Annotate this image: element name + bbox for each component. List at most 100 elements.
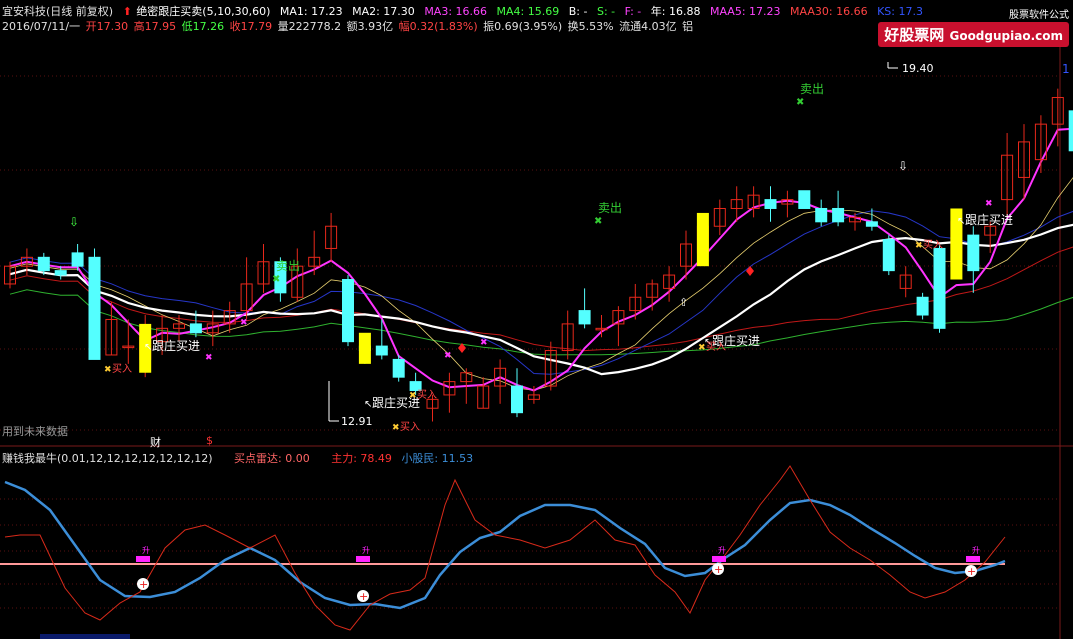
b-value: B: - [568, 5, 588, 18]
buy-label: 买入 [112, 363, 132, 375]
up-tag-label: 升 [142, 546, 150, 555]
ma-red-line [9, 246, 1073, 352]
up-arrow-icon: ⬆ [122, 5, 132, 18]
up-tag-bar [712, 556, 726, 562]
plus-icon: + [967, 565, 976, 578]
candle-body [578, 310, 591, 325]
magenta-x-icon: ✖ [480, 338, 488, 348]
magenta-x-icon: ✖ [205, 353, 213, 363]
candle-body [71, 252, 84, 267]
candle-body [882, 239, 895, 272]
candle-body [342, 279, 354, 343]
candle-body [54, 270, 67, 276]
candle-body [1068, 110, 1073, 152]
volume-value: 量222778.2 [277, 20, 342, 33]
up-tag-label: 升 [972, 546, 980, 555]
magenta-x-icon: ✖ [240, 318, 248, 328]
ma3-value: MA3: 16.66 [424, 5, 488, 18]
candle-body [392, 358, 405, 378]
header-bar: 宜安科技(日线 前复权) ⬆ 绝密跟庄买卖(5,10,30,60) MA1: 1… [2, 3, 929, 19]
buy-label: 买入 [400, 421, 420, 433]
sell-label: 卖出 [800, 82, 824, 96]
sell-label: 卖出 [598, 201, 622, 215]
up-tag-bar [136, 556, 150, 562]
sub-indicator-name[interactable]: 赚钱我最牛(0.01,12,12,12,12,12,12,12) [2, 452, 213, 465]
chart-canvas: ↖ 跟庄买进↖ 跟庄买进↖ 跟庄买进↖ 跟庄买进卖出✖卖出✖卖出✖✖ 买入✖ 买入✖ 买入✖ 买… [0, 40, 1073, 639]
date-value: 2016/07/11/一 [2, 20, 81, 33]
watermark-top: 股票软件公式 [1009, 10, 1069, 21]
down-arrow-icon: ⇩ [898, 159, 908, 173]
stock-title[interactable]: 宜安科技(日线 前复权) [2, 5, 113, 18]
follow-buy-label: 跟庄买进 [965, 212, 1013, 227]
ma4-value: MA4: 15.69 [496, 5, 560, 18]
axis-right-label: 1 [1062, 62, 1070, 76]
buy-label: 买入 [706, 341, 726, 353]
price-low-label: 12.91 [341, 415, 373, 428]
candle-body [798, 190, 811, 209]
candle-body [37, 256, 50, 272]
buy-x-icon: ✖ [698, 343, 706, 353]
buy-x-icon: ✖ [915, 241, 923, 251]
plus-icon: + [139, 578, 148, 591]
buy-x-icon: ✖ [392, 423, 400, 433]
sub-header: 赚钱我最牛(0.01,12,12,12,12,12,12,12) 买点雷达: 0… [2, 450, 479, 466]
watermark-domain: Goodgupiao.com [949, 29, 1063, 43]
maa5-value: MAA5: 17.23 [709, 5, 781, 18]
buy-x-icon: ✖ [104, 365, 112, 375]
scroll-bar [40, 634, 130, 639]
candle-body [916, 296, 929, 316]
candle-body [967, 234, 980, 272]
watermark-brand: 好股票网 [884, 26, 945, 44]
candle-body [832, 207, 845, 223]
sell-x-icon: ✖ [272, 274, 280, 285]
up-tag-bar [356, 556, 370, 562]
s-value: S: - [596, 5, 616, 18]
high-value: 高17.95 [133, 20, 177, 33]
float-value: 流通4.03亿 [619, 20, 677, 33]
turnover-value: 换5.53% [567, 20, 614, 33]
watermark-logo: 好股票网 Goodgupiao.com [878, 22, 1069, 47]
buy-label: 买入 [417, 389, 437, 401]
up-tag-label: 升 [362, 546, 370, 555]
follow-buy-box [696, 212, 709, 267]
sell-x-icon: ✖ [796, 97, 804, 108]
follow-buy-box [358, 332, 371, 364]
candle-body [764, 199, 777, 209]
follow-buy-label: 跟庄买进 [152, 338, 200, 353]
close-value: 收17.79 [229, 20, 273, 33]
open-value: 开17.30 [85, 20, 129, 33]
price-high-label: 19.40 [902, 62, 934, 75]
watermark: 股票软件公式 好股票网 Goodgupiao.com [878, 6, 1069, 47]
dollar-marker[interactable]: $ [206, 434, 213, 447]
ma2-value: MA2: 17.30 [352, 5, 415, 18]
plus-icon: + [714, 563, 723, 576]
up-tag-label: 升 [718, 546, 726, 555]
red-diamond-icon [746, 266, 754, 276]
sector-value: 铝 [682, 20, 694, 33]
radar-value: 买点雷达: 0.00 [234, 452, 310, 465]
f-value: F: - [624, 5, 642, 18]
sell-label: 卖出 [276, 259, 300, 273]
maa30-value: MAA30: 16.66 [790, 5, 868, 18]
change-value: 幅0.32(1.83%) [398, 20, 478, 33]
amplitude-value: 振0.69(3.95%) [483, 20, 563, 33]
low-value: 低17.26 [181, 20, 225, 33]
candle-body [88, 256, 101, 360]
main-force-value: 主力: 78.49 [331, 452, 392, 465]
main-force-line [4, 465, 1006, 631]
candle-body [511, 385, 523, 414]
retail-value: 小股民: 11.53 [401, 452, 474, 465]
ma1-value: MA1: 17.23 [279, 5, 343, 18]
magenta-x-icon: ✖ [985, 199, 993, 209]
low-pointer [328, 381, 339, 422]
high-pointer [887, 62, 898, 69]
down-arrow-icon: ⇩ [69, 215, 79, 229]
year-value: 年: 16.88 [650, 5, 701, 18]
buy-x-icon: ✖ [409, 391, 417, 401]
finance-marker[interactable]: 财 [150, 434, 161, 450]
amount-value: 额3.93亿 [346, 20, 394, 33]
candle-body [375, 345, 388, 356]
candle-body [865, 221, 878, 227]
indicator-title[interactable]: 绝密跟庄买卖(5,10,30,60) [136, 5, 270, 18]
candle-body [933, 247, 946, 329]
